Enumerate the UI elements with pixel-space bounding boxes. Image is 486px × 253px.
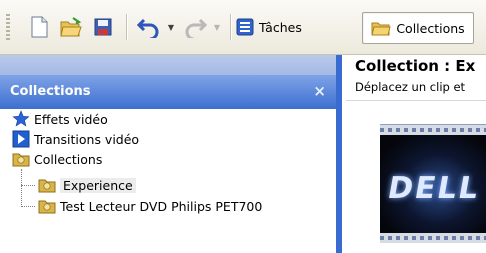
tree-item-label: Effets vidéo (34, 111, 108, 127)
open-button[interactable] (58, 12, 84, 42)
film-strip-top (380, 125, 486, 135)
collection-folder-icon (38, 176, 56, 194)
save-button[interactable] (90, 12, 116, 42)
tree-item-transitions-video[interactable]: Transitions vidéo (12, 129, 139, 149)
toolbar-separator (230, 14, 231, 40)
transition-icon (12, 130, 30, 148)
open-folder-icon (60, 17, 82, 37)
tree-item-effets-video[interactable]: Effets vidéo (12, 109, 108, 129)
collections-panel: Collections × Effets vidéo Transitions v… (0, 55, 342, 253)
toolbar-grip[interactable] (6, 14, 10, 42)
collection-folder-icon (38, 197, 56, 215)
panel-top-band (0, 55, 336, 75)
collection-title: Collection : Ex (355, 57, 476, 75)
collection-folder-icon (12, 150, 30, 168)
star-icon (12, 110, 30, 128)
content-divider (346, 100, 486, 101)
film-strip-bottom (380, 233, 486, 243)
panel-header: Collections × (0, 75, 336, 109)
toolbar-separator (126, 14, 127, 40)
undo-dropdown-arrow[interactable]: ▼ (166, 12, 176, 42)
tree-connector (21, 185, 35, 186)
tree-item-collections[interactable]: Collections (12, 149, 102, 169)
folder-icon (371, 22, 391, 36)
collection-instructions: Déplacez un clip et (355, 80, 466, 94)
clip-logo-text: DELL (384, 171, 483, 206)
undo-button[interactable] (134, 12, 164, 42)
close-icon[interactable]: × (313, 82, 326, 100)
task-list-icon (236, 18, 254, 36)
clip-frame: DELL (380, 135, 486, 233)
new-button[interactable] (26, 12, 52, 42)
save-disk-icon (94, 18, 112, 36)
taches-button[interactable]: Tâches (236, 12, 356, 42)
new-document-icon (31, 16, 48, 38)
tree-item-experience[interactable]: Experience (38, 175, 136, 195)
tree-connector (21, 169, 22, 207)
tree-connector (21, 206, 35, 207)
video-clip-thumbnail[interactable]: DELL (380, 124, 486, 243)
toolbar: ▼ ▼ Tâches Collections (0, 0, 486, 55)
redo-arrow-icon (185, 18, 208, 38)
redo-dropdown-arrow[interactable]: ▼ (212, 12, 222, 42)
panel-title: Collections (10, 84, 91, 99)
tree-item-label: Collections (34, 151, 103, 167)
tree-item-label: Experience (60, 177, 136, 193)
collections-toolbar-label: Collections (396, 20, 465, 36)
taches-label: Tâches (259, 19, 302, 35)
tree-item-test-lecteur-dvd[interactable]: Test Lecteur DVD Philips PET700 (38, 196, 262, 216)
redo-button[interactable] (180, 12, 210, 42)
collection-content: Collection : Ex Déplacez un clip et DELL (342, 55, 486, 253)
undo-arrow-icon (136, 18, 159, 38)
collections-button[interactable]: Collections (362, 12, 474, 44)
tree-item-label: Transitions vidéo (34, 131, 140, 147)
tree-item-label: Test Lecteur DVD Philips PET700 (60, 198, 263, 214)
